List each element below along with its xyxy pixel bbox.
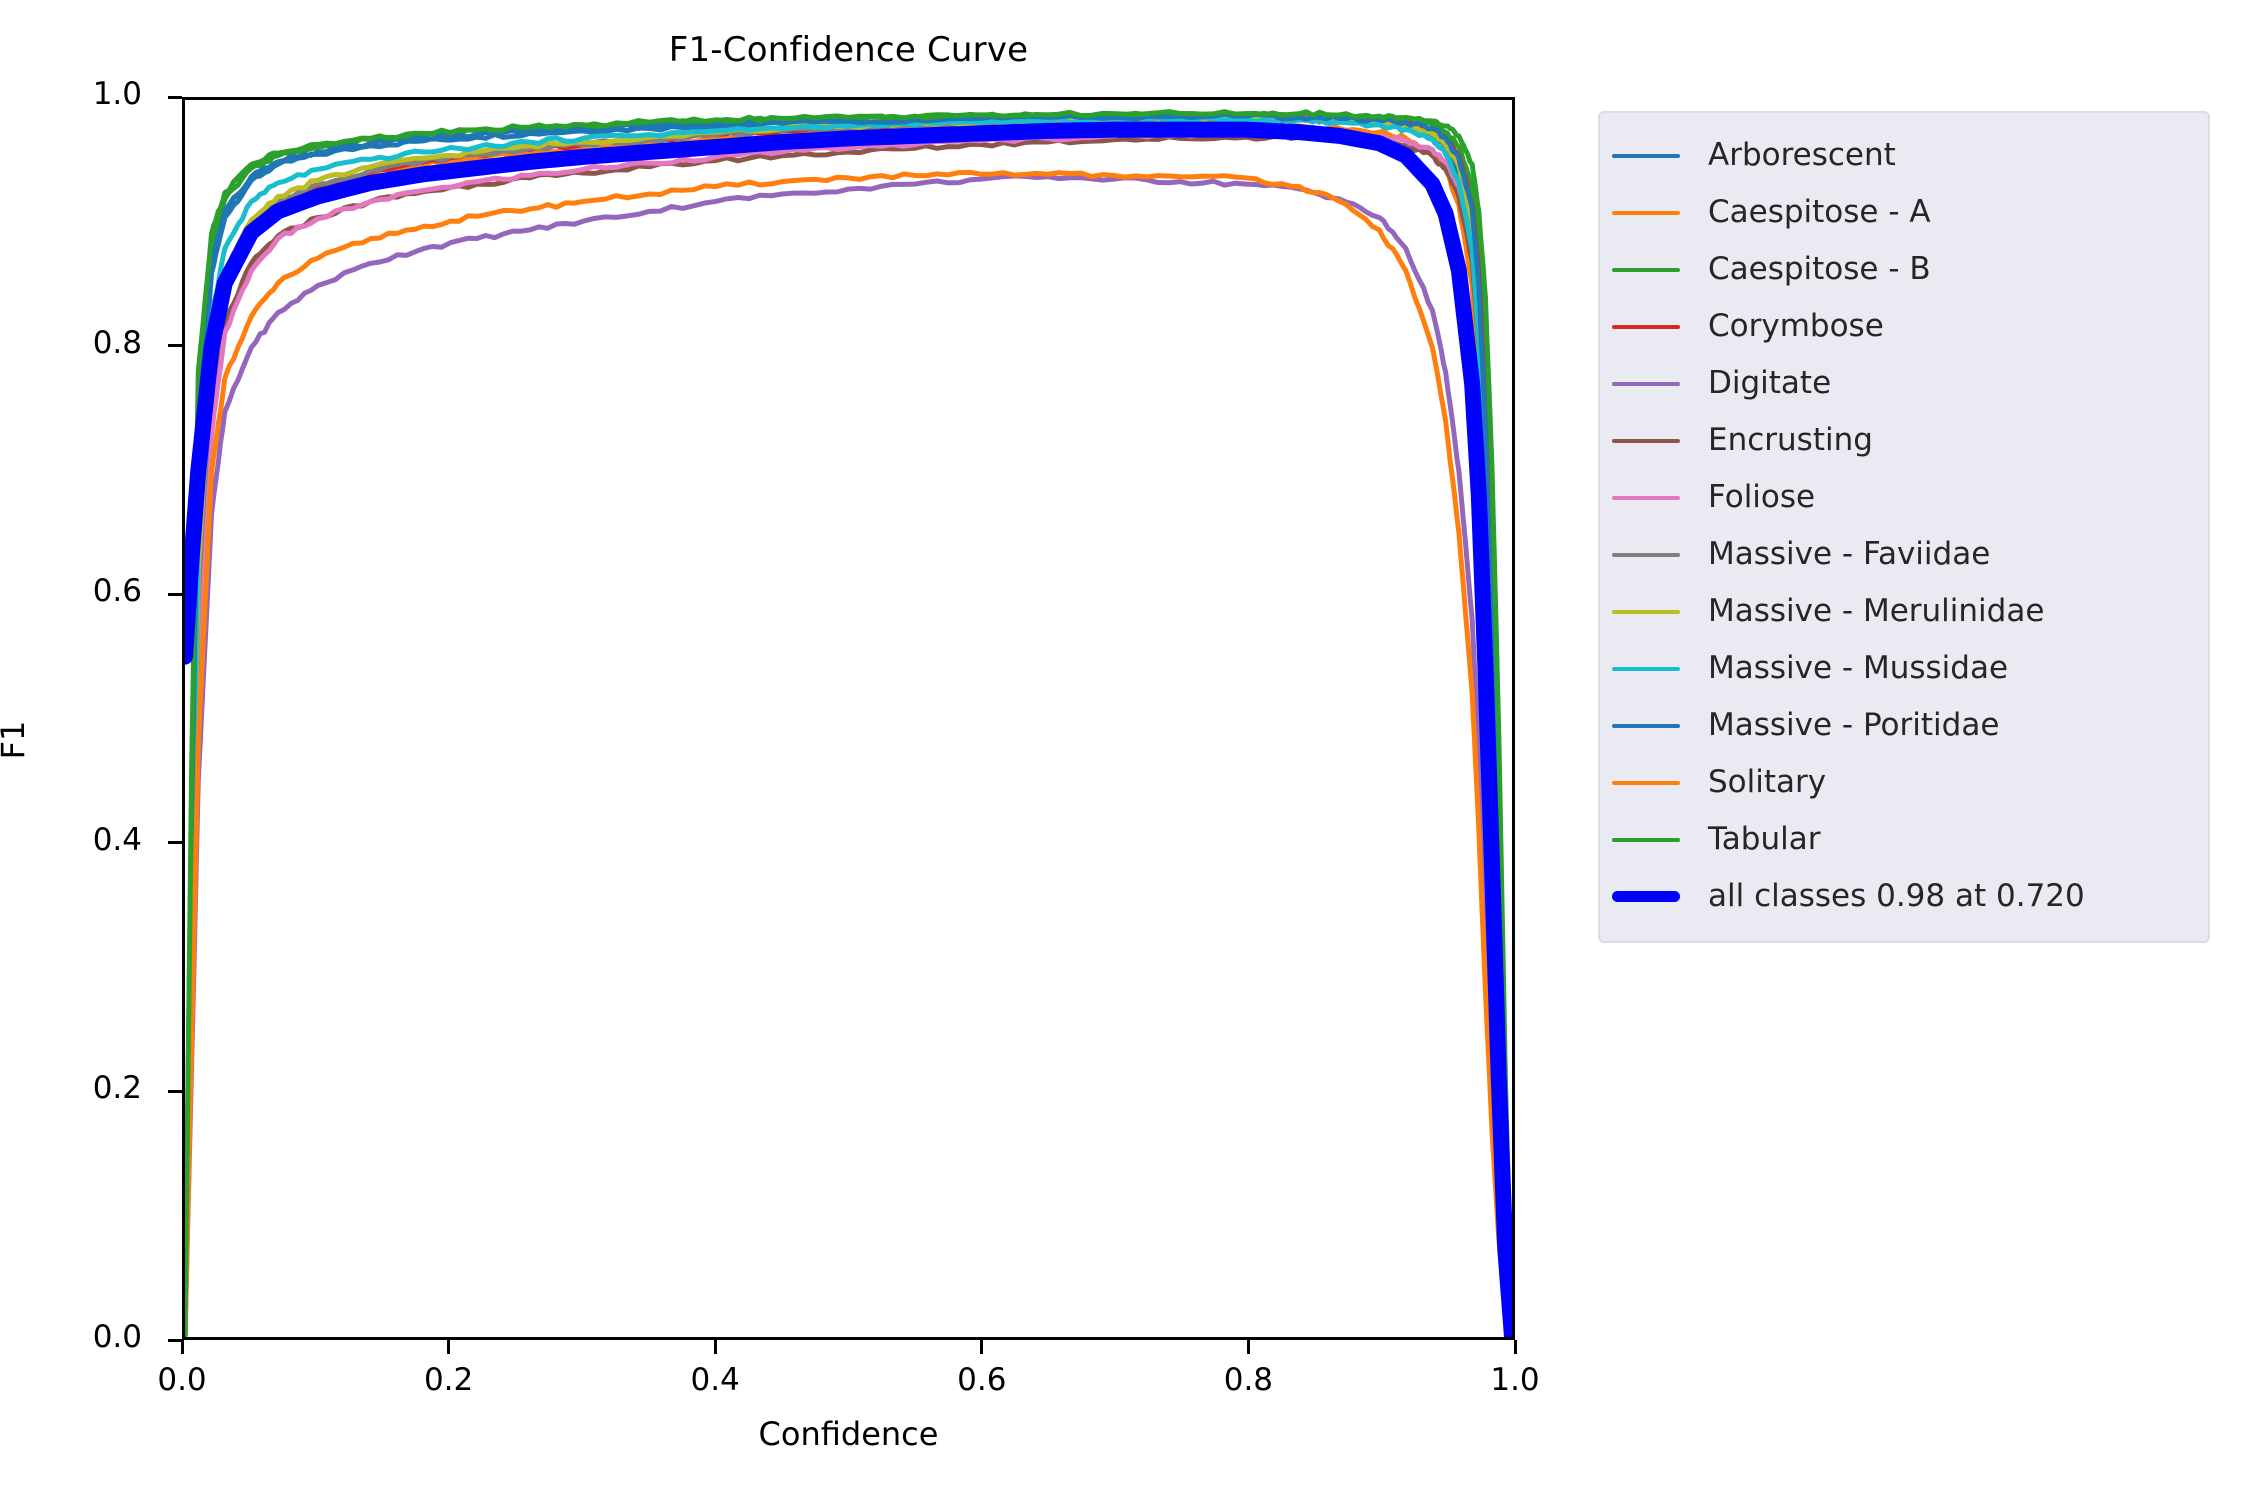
series-line xyxy=(185,132,1512,1337)
legend-item-label: Tabular xyxy=(1708,821,1821,857)
legend-color-swatch-icon xyxy=(1612,830,1680,850)
series-line xyxy=(185,117,1512,1337)
legend-color-swatch-icon xyxy=(1612,260,1680,280)
y-tick-mark xyxy=(168,592,182,596)
series-line xyxy=(185,113,1512,1337)
series-line xyxy=(185,115,1512,1337)
series-line xyxy=(185,130,1512,1337)
legend-item-label: Caespitose - B xyxy=(1708,251,1931,287)
legend-item[interactable]: all classes 0.98 at 0.720 xyxy=(1612,868,2188,925)
legend-item-label: Corymbose xyxy=(1708,308,1884,344)
y-tick-mark xyxy=(168,344,182,348)
y-tick-label: 0.8 xyxy=(92,324,142,361)
x-tick-mark xyxy=(1246,1340,1250,1354)
legend-item-label: Caespitose - A xyxy=(1708,194,1931,230)
x-tick-label: 0.6 xyxy=(957,1362,1007,1398)
legend-item-label: all classes 0.98 at 0.720 xyxy=(1708,878,2085,914)
series-line xyxy=(185,114,1512,1337)
plot-area xyxy=(182,97,1515,1340)
series-line xyxy=(185,172,1512,1337)
y-tick-label: 0.0 xyxy=(92,1319,142,1355)
x-tick-mark xyxy=(1513,1340,1517,1354)
y-tick-label: 0.2 xyxy=(92,1070,142,1107)
legend-item-label: Massive - Mussidae xyxy=(1708,650,2009,686)
x-tick-mark xyxy=(180,1340,184,1354)
legend: Arborescent Caespitose - A Caespitose - B C… xyxy=(1598,111,2210,943)
legend-item-label: Massive - Poritidae xyxy=(1708,707,2000,743)
legend-item[interactable]: Massive - Poritidae xyxy=(1612,697,2188,754)
legend-color-swatch-icon xyxy=(1612,203,1680,223)
legend-item[interactable]: Caespitose - A xyxy=(1612,184,2188,241)
legend-item-label: Massive - Merulinidae xyxy=(1708,593,2045,629)
legend-item-label: Digitate xyxy=(1708,365,1832,401)
legend-item[interactable]: Massive - Faviidae xyxy=(1612,526,2188,583)
legend-color-swatch-icon xyxy=(1612,431,1680,451)
x-tick-mark xyxy=(447,1340,451,1354)
legend-color-swatch-icon xyxy=(1612,146,1680,166)
legend-item[interactable]: Tabular xyxy=(1612,811,2188,868)
y-tick-label: 0.6 xyxy=(92,573,142,610)
series-line xyxy=(185,136,1512,1337)
legend-item[interactable]: Foliose xyxy=(1612,469,2188,526)
legend-color-swatch-icon xyxy=(1612,602,1680,622)
legend-color-swatch-icon xyxy=(1612,488,1680,508)
legend-item[interactable]: Arborescent xyxy=(1612,127,2188,184)
series-line xyxy=(185,176,1512,1337)
legend-item-label: Massive - Faviidae xyxy=(1708,536,1991,572)
x-tick-label: 0.0 xyxy=(157,1362,207,1398)
x-tick-label: 0.8 xyxy=(1223,1362,1274,1398)
legend-color-swatch-icon xyxy=(1612,545,1680,565)
y-tick-mark xyxy=(168,95,182,99)
legend-color-swatch-icon xyxy=(1612,773,1680,793)
legend-item[interactable]: Digitate xyxy=(1612,355,2188,412)
legend-item-label: Solitary xyxy=(1708,764,1827,800)
chart-title: F1-Confidence Curve xyxy=(668,30,1029,70)
legend-color-swatch-icon xyxy=(1612,659,1680,679)
x-axis-label: Confidence xyxy=(758,1415,939,1453)
legend-item[interactable]: Massive - Mussidae xyxy=(1612,640,2188,697)
legend-item-label: Foliose xyxy=(1708,479,1816,515)
y-axis-label: F1 xyxy=(0,720,32,760)
y-tick-label: 0.4 xyxy=(92,821,142,858)
x-tick-mark xyxy=(980,1340,984,1354)
legend-item[interactable]: Corymbose xyxy=(1612,298,2188,355)
legend-item[interactable]: Caespitose - B xyxy=(1612,241,2188,298)
series-line xyxy=(185,123,1512,1337)
series-line xyxy=(185,117,1512,1337)
legend-color-swatch-icon xyxy=(1612,317,1680,337)
x-tick-mark xyxy=(713,1340,717,1354)
legend-color-swatch-icon xyxy=(1612,887,1680,907)
series-line xyxy=(185,118,1512,1337)
x-tick-label: 1.0 xyxy=(1490,1362,1540,1398)
chart-figure: F1-Confidence Curve F1 Confidence 0.0 0.2… xyxy=(0,0,2250,1500)
legend-item[interactable]: Massive - Merulinidae xyxy=(1612,583,2188,640)
series-line xyxy=(185,118,1512,1337)
legend-item[interactable]: Encrusting xyxy=(1612,412,2188,469)
x-tick-label: 0.4 xyxy=(690,1362,740,1398)
legend-color-swatch-icon xyxy=(1612,716,1680,736)
y-tick-mark xyxy=(168,841,182,845)
legend-item-label: Encrusting xyxy=(1708,422,1873,458)
series-line xyxy=(185,112,1512,1337)
y-tick-mark xyxy=(168,1089,182,1093)
legend-item[interactable]: Solitary xyxy=(1612,754,2188,811)
curve-canvas xyxy=(185,100,1512,1337)
legend-item-label: Arborescent xyxy=(1708,137,1896,173)
y-tick-label: 1.0 xyxy=(92,76,142,112)
x-tick-label: 0.2 xyxy=(423,1362,474,1398)
legend-color-swatch-icon xyxy=(1612,374,1680,394)
